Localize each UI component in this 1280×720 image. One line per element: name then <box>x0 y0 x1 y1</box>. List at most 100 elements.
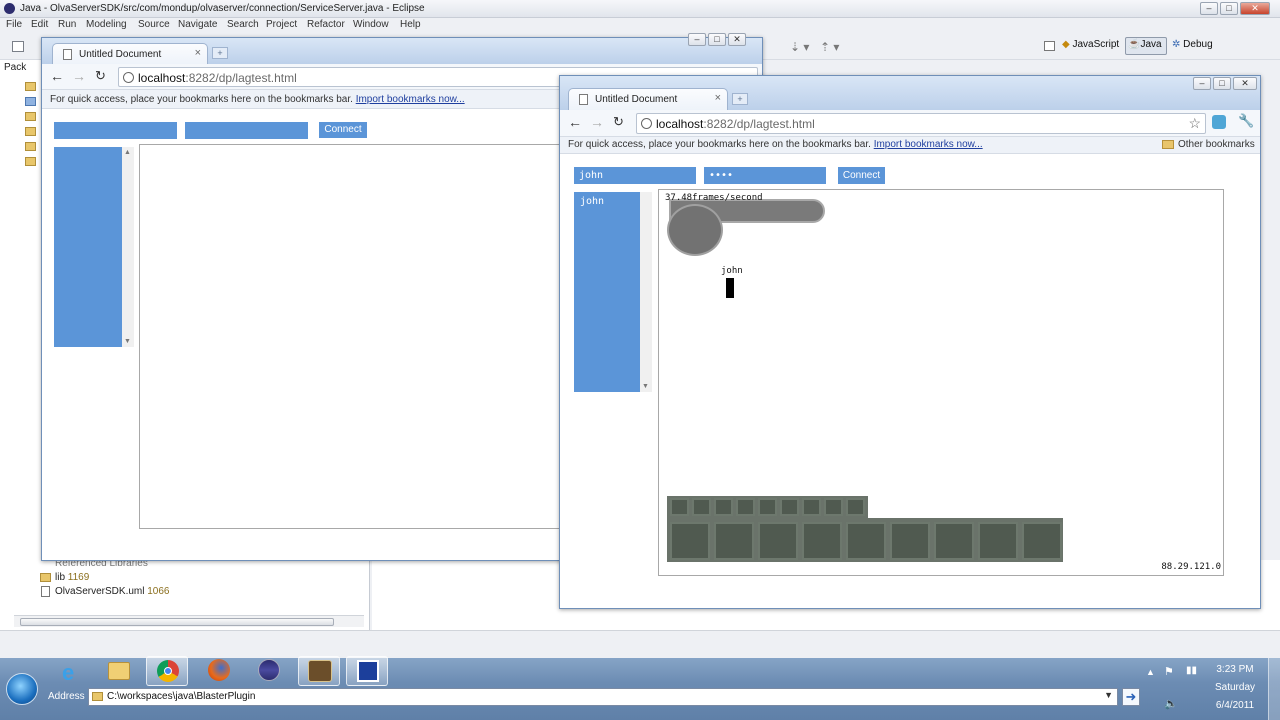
package-explorer-tab[interactable]: Pack <box>4 62 26 73</box>
taskbar-ie[interactable]: e <box>50 656 92 686</box>
menu-run[interactable]: Run <box>58 19 76 30</box>
menu-edit[interactable]: Edit <box>31 19 48 30</box>
tab-close-icon[interactable]: × <box>195 47 201 59</box>
tree-item-lib[interactable]: lib 1169 <box>55 572 89 583</box>
reload-icon[interactable]: ↻ <box>95 68 106 84</box>
inventory-slot-large <box>934 522 974 560</box>
perspective-debug[interactable]: ✲ Debug <box>1172 39 1213 50</box>
menu-project[interactable]: Project <box>266 19 297 30</box>
game-canvas[interactable]: 37.48frames/second john 88.29.121.0 <box>658 189 1224 576</box>
wrench-icon[interactable]: 🔧 <box>1238 113 1254 129</box>
import-bookmarks-link[interactable]: Import bookmarks now... <box>356 94 465 105</box>
menu-help[interactable]: Help <box>400 19 421 30</box>
menu-source[interactable]: Source <box>138 19 170 30</box>
inventory-slot-large <box>714 522 754 560</box>
chevron-down-icon[interactable]: ▼ <box>1104 690 1113 700</box>
game-canvas[interactable] <box>139 144 579 529</box>
menu-navigate[interactable]: Navigate <box>178 19 217 30</box>
minimize-button[interactable]: – <box>1193 77 1211 90</box>
user-list-scrollbar[interactable]: ▲ ▼ <box>122 147 134 347</box>
username-input[interactable] <box>54 122 177 139</box>
back-icon[interactable]: ← <box>568 114 582 130</box>
inventory-slot-small <box>758 498 777 516</box>
scrollbar-thumb[interactable] <box>20 618 334 626</box>
bookmarks-bar: For quick access, place your bookmarks h… <box>560 137 1260 154</box>
menu-modeling[interactable]: Modeling <box>86 19 127 30</box>
start-button[interactable] <box>6 673 38 705</box>
other-bookmarks[interactable]: Other bookmarks <box>1178 139 1255 150</box>
maximize-button[interactable]: □ <box>708 33 726 46</box>
import-bookmarks-link[interactable]: Import bookmarks now... <box>874 139 983 150</box>
bookmark-star-icon[interactable]: ☆ <box>1188 115 1201 132</box>
eclipse-menubar: File Edit Run Modeling Source Navigate S… <box>0 18 1280 32</box>
show-hidden-icons-icon[interactable]: ▲ <box>1146 667 1155 677</box>
user-list[interactable]: john <box>574 192 640 392</box>
new-icon[interactable] <box>12 41 24 52</box>
volume-icon[interactable]: 🔈 <box>1164 697 1178 710</box>
toolbar-nav2-icon[interactable]: ⇡ ▾ <box>820 40 839 54</box>
tab-strip: – □ ✕ Untitled Document × + <box>560 76 1260 110</box>
menu-file[interactable]: File <box>6 19 22 30</box>
close-button[interactable]: ✕ <box>1233 77 1257 90</box>
back-icon[interactable]: ← <box>50 68 64 84</box>
debug-icon: ✲ <box>1172 39 1181 50</box>
show-desktop-button[interactable] <box>1268 658 1280 720</box>
firefox-icon <box>208 659 230 681</box>
perspective-java[interactable]: ☕Java <box>1128 39 1162 50</box>
menu-window[interactable]: Window <box>353 19 389 30</box>
taskbar-gimp[interactable] <box>298 656 340 686</box>
tab-untitled-document[interactable]: Untitled Document × <box>568 88 728 110</box>
taskbar-chrome[interactable] <box>146 656 188 686</box>
horizontal-scrollbar[interactable] <box>14 615 364 627</box>
project-icon <box>25 97 36 106</box>
user-list-scrollbar[interactable]: ▼ <box>640 192 652 392</box>
username-input[interactable]: john <box>574 167 696 184</box>
go-arrow-icon[interactable]: ➜ <box>1122 688 1140 706</box>
scroll-down-icon[interactable]: ▼ <box>642 383 649 390</box>
extension-icon[interactable] <box>1212 115 1226 129</box>
minimize-button[interactable]: – <box>1200 2 1218 15</box>
taskbar-explorer[interactable] <box>98 656 140 686</box>
action-center-flag-icon[interactable]: ⚑ <box>1164 665 1174 678</box>
tab-untitled-document[interactable]: Untitled Document × <box>52 43 208 64</box>
forward-icon[interactable]: → <box>72 68 86 84</box>
user-list-item[interactable]: john <box>580 196 634 207</box>
forward-icon[interactable]: → <box>590 114 604 130</box>
reload-icon[interactable]: ↻ <box>613 114 624 130</box>
connect-button[interactable]: Connect <box>319 122 367 138</box>
tab-close-icon[interactable]: × <box>715 92 721 104</box>
inventory-slot-large <box>846 522 886 560</box>
browser-toolbar: ← → ↻ localhost:8282/dp/lagtest.html ☆ 🔧 <box>560 110 1260 137</box>
maximize-button[interactable]: □ <box>1213 77 1231 90</box>
tree-item-uml[interactable]: OlvaServerSDK.uml 1066 <box>55 586 170 597</box>
toolbar-nav-icon[interactable]: ⇣ ▾ <box>790 40 809 54</box>
connect-button[interactable]: Connect <box>838 167 885 184</box>
user-list[interactable] <box>54 147 122 347</box>
virtualbox-icon <box>357 660 379 682</box>
new-tab-button[interactable]: + <box>732 93 748 105</box>
minimize-button[interactable]: – <box>688 33 706 46</box>
close-button[interactable]: ✕ <box>1240 2 1270 15</box>
open-perspective-icon[interactable] <box>1044 41 1055 51</box>
new-tab-button[interactable]: + <box>212 47 228 59</box>
inventory-slot-large <box>890 522 930 560</box>
password-input[interactable] <box>185 122 308 139</box>
taskbar-firefox[interactable] <box>198 656 240 686</box>
system-clock[interactable]: 3:23 PM Saturday 6/4/2011 <box>1205 664 1265 711</box>
close-button[interactable]: ✕ <box>728 33 746 46</box>
address-bar[interactable]: localhost:8282/dp/lagtest.html ☆ <box>636 113 1206 134</box>
perspective-javascript[interactable]: ◆ JavaScript <box>1062 39 1119 50</box>
menu-refactor[interactable]: Refactor <box>307 19 345 30</box>
scroll-down-icon[interactable]: ▼ <box>124 338 131 345</box>
inventory-slot-large <box>758 522 798 560</box>
network-icon[interactable]: ▮▮ <box>1186 665 1197 676</box>
password-input[interactable]: •••• <box>704 167 826 184</box>
menu-search[interactable]: Search <box>227 19 259 30</box>
scroll-up-icon[interactable]: ▲ <box>124 149 131 156</box>
address-toolbar-input[interactable]: C:\workspaces\java\BlasterPlugin ▼ <box>88 688 1118 706</box>
maximize-button[interactable]: □ <box>1220 2 1238 15</box>
inventory-slot-small <box>714 498 733 516</box>
fps-counter: 37.48frames/second <box>665 193 763 203</box>
taskbar-eclipse[interactable] <box>248 656 290 686</box>
taskbar-virtualbox[interactable] <box>346 656 388 686</box>
